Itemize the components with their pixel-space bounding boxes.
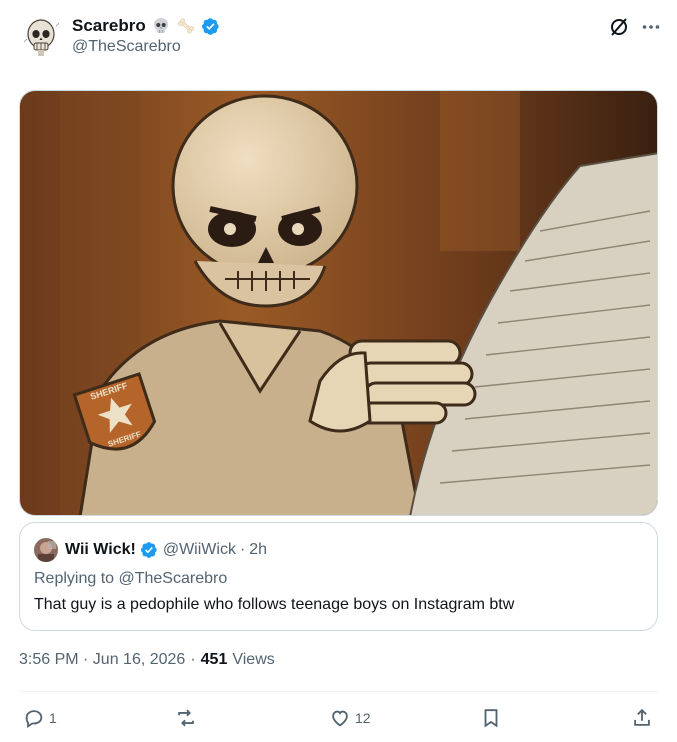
views-count: 451 <box>200 651 228 668</box>
quoted-handle: @WiiWick <box>162 541 236 558</box>
reply-icon <box>25 710 43 728</box>
quoted-text: That guy is a pedophile who follows teen… <box>34 596 515 613</box>
post-timestamp[interactable]: 3:56 PM · Jun 16, 2026 <box>19 651 185 669</box>
grok-icon[interactable] <box>608 16 630 38</box>
quoted-name-row: Wii Wick! @WiiWick · 2h <box>65 538 267 562</box>
avatar[interactable] <box>18 14 64 60</box>
bookmark-icon <box>484 709 498 728</box>
share-icon <box>634 708 650 726</box>
bone-emoji-icon <box>176 16 196 36</box>
reply-button[interactable]: 1 <box>23 707 57 729</box>
quoted-time-separator: · <box>239 541 246 558</box>
divider <box>19 691 658 692</box>
more-options-icon[interactable] <box>640 16 662 38</box>
display-name[interactable]: Scarebro <box>72 16 146 36</box>
like-count: 12 <box>355 710 371 726</box>
share-button[interactable] <box>631 707 653 729</box>
quoted-avatar[interactable] <box>34 538 58 562</box>
quoted-replying-to: Replying to @TheScarebro <box>34 570 228 587</box>
post-meta: 3:56 PM · Jun 16, 2026 · 451 Views <box>19 651 275 669</box>
name-row: Scarebro <box>72 14 220 38</box>
post-image[interactable]: SHERIFF SHERIFF <box>19 90 658 516</box>
retweet-icon <box>178 709 194 727</box>
post-header: Scarebro @TheScarebro <box>18 10 663 66</box>
verified-badge-icon <box>201 17 220 36</box>
quoted-time: 2h <box>249 541 268 558</box>
quoted-display-name: Wii Wick! <box>65 541 136 558</box>
action-bar: 1 12 <box>19 700 658 738</box>
quoted-verified-badge-icon <box>140 541 159 560</box>
retweet-button[interactable] <box>175 707 201 729</box>
views-label: Views <box>232 651 275 668</box>
bookmark-button[interactable] <box>480 707 502 729</box>
meta-separator: · <box>190 651 196 668</box>
heart-icon <box>332 710 348 727</box>
reply-count: 1 <box>49 710 57 726</box>
quoted-post[interactable]: Wii Wick! @WiiWick · 2h Replying to @The… <box>19 522 658 631</box>
handle[interactable]: @TheScarebro <box>72 38 181 56</box>
like-button[interactable]: 12 <box>329 707 371 729</box>
skull-emoji-icon <box>151 16 171 36</box>
